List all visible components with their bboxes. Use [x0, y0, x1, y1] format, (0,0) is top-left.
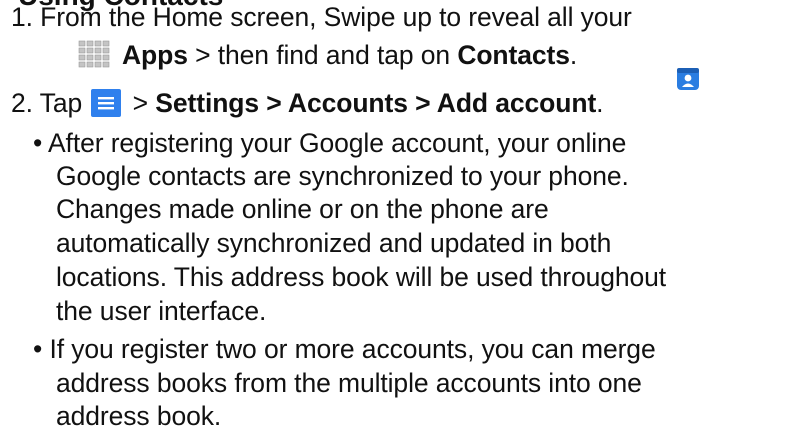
step-2-line: 2. Tap > Settings > Accounts > Add accou…	[11, 88, 604, 118]
bullet-2-line-1: • If you register two or more accounts, …	[33, 334, 656, 364]
hamburger-menu-icon	[91, 89, 122, 117]
step-2-period: .	[596, 88, 604, 118]
then-text: > then find and tap on	[187, 40, 458, 70]
settings-path: Settings > Accounts > Add account	[155, 88, 597, 118]
bullet-1-line-1: • After registering your Google account,…	[33, 128, 627, 158]
bullet-1-line-6: the user interface.	[56, 296, 267, 326]
bullet-2-line-2: address books from the multiple accounts…	[56, 368, 642, 398]
bullet-1-line-5: locations. This address book will be use…	[56, 262, 667, 292]
bullet-1-line-2: Google contacts are synchronized to your…	[56, 161, 629, 191]
step-1-period: .	[569, 40, 578, 70]
bullet-2-line-3: address book.	[56, 401, 222, 431]
instruction-page: Using Contacts 1. From the Home screen, …	[0, 0, 789, 438]
step-1-line-1: 1. From the Home screen, Swipe up to rev…	[11, 2, 632, 32]
bullet-1-line-3: Changes made online or on the phone are	[56, 194, 549, 224]
step-2-separator: >	[125, 88, 156, 118]
contacts-label: Contacts	[457, 40, 570, 70]
bullet-1-line-4: automatically synchronized and updated i…	[56, 228, 612, 258]
contacts-app-icon	[674, 66, 702, 92]
apps-label: Apps	[122, 40, 188, 70]
step-2-prefix: 2. Tap	[11, 88, 90, 118]
step-1-line-2: Apps > then find and tap on Contacts.	[78, 40, 577, 70]
apps-grid-icon	[78, 40, 112, 68]
